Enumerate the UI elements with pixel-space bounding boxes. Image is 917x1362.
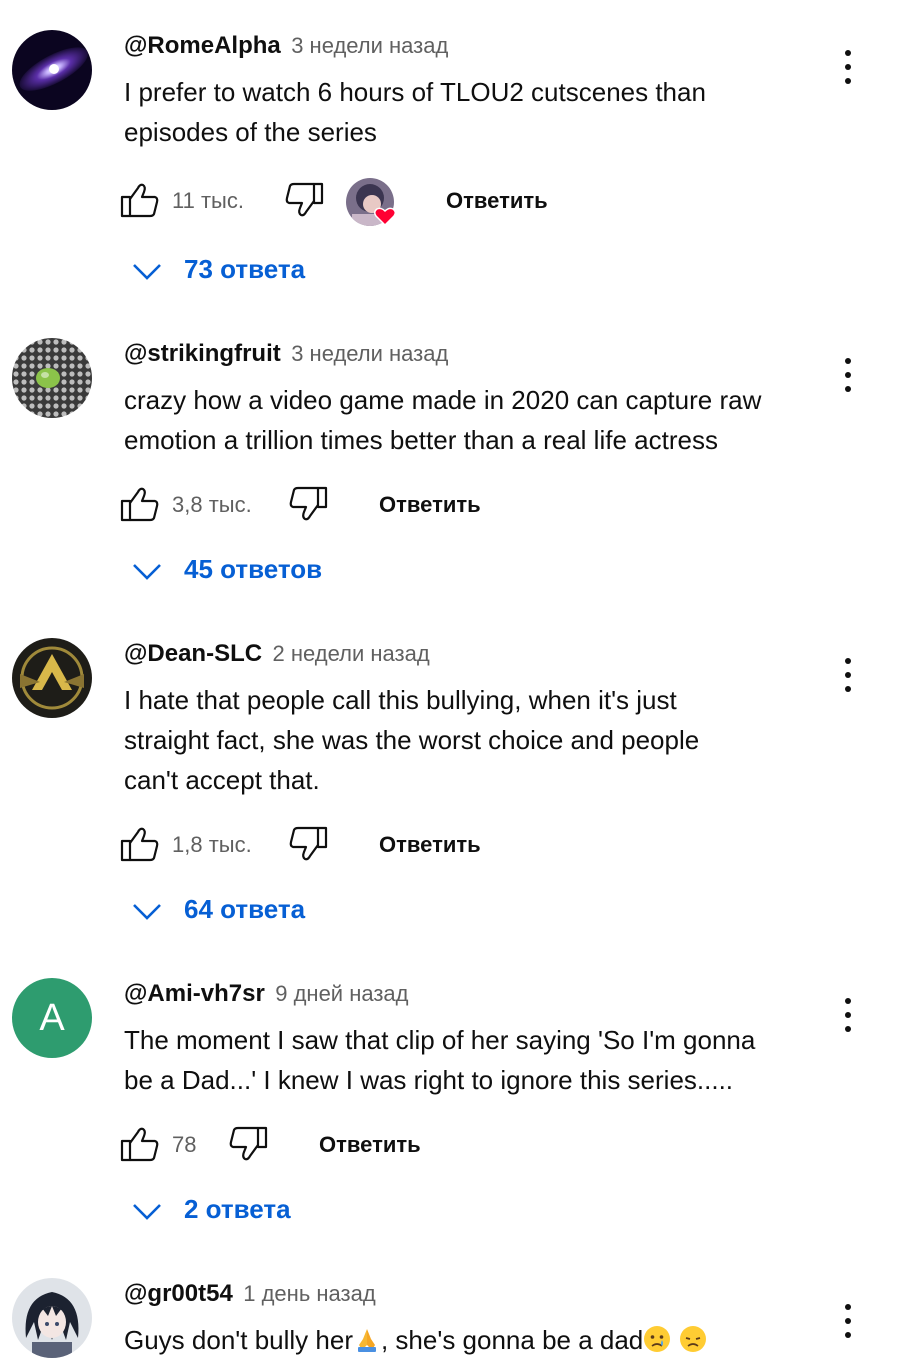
- comment-text-line: The moment I saw that clip of her saying…: [124, 1025, 756, 1055]
- thumbs-up-icon: [120, 183, 159, 218]
- thumbs-up-icon: [120, 827, 159, 862]
- replies-count: 73 ответа: [184, 254, 306, 284]
- like-button[interactable]: [120, 484, 160, 524]
- chevron-down-icon: [133, 904, 161, 920]
- replies-count: 64 ответа: [184, 894, 306, 924]
- reply-button[interactable]: Ответить: [319, 1132, 421, 1158]
- comment-text-line: straight fact, she was the worst choice …: [124, 725, 700, 755]
- like-button[interactable]: [120, 824, 160, 864]
- comment-author[interactable]: @Ami-vh7sr: [124, 980, 265, 1007]
- dislike-button[interactable]: [288, 484, 328, 524]
- replies-count: 45 ответов: [184, 554, 323, 584]
- comment-author[interactable]: @strikingfruit: [124, 340, 281, 367]
- avatar[interactable]: [12, 338, 92, 418]
- like-count: 11 тыс.: [172, 188, 244, 213]
- comment-timestamp[interactable]: 2 недели назад: [273, 641, 430, 666]
- chevron-down-icon: [133, 564, 161, 580]
- reply-button[interactable]: Ответить: [379, 832, 481, 858]
- comment-text: I hate that people call this bullying, w…: [124, 680, 824, 800]
- comment-author[interactable]: @RomeAlpha: [124, 32, 281, 59]
- comment-text: crazy how a video game made in 2020 can …: [124, 380, 824, 460]
- comment-menu-button[interactable]: [836, 998, 860, 1038]
- avatar-letter: A: [39, 997, 65, 1039]
- comment-text-line: be a Dad...' I knew I was right to ignor…: [124, 1065, 734, 1095]
- avatar[interactable]: [12, 30, 92, 110]
- comment-text: I prefer to watch 6 hours of TLOU2 cutsc…: [124, 72, 824, 152]
- comment-text-line: episodes of the series: [124, 117, 377, 147]
- creator-heart-badge: [346, 178, 397, 228]
- comment-menu-button[interactable]: [836, 658, 860, 698]
- comment-menu-button[interactable]: [836, 50, 860, 90]
- thumbs-down-icon: [285, 182, 324, 217]
- like-count: 3,8 тыс.: [172, 492, 252, 517]
- comment-text-part: , she's gonna be a dad: [380, 1325, 644, 1355]
- replies-count: 2 ответа: [184, 1194, 291, 1224]
- comment-timestamp[interactable]: 1 день назад: [243, 1281, 375, 1306]
- reply-button[interactable]: Ответить: [446, 188, 548, 214]
- disappointed-face-icon: [680, 1326, 707, 1352]
- comment-author[interactable]: @gr00t54: [124, 1280, 233, 1307]
- like-count: 78: [172, 1132, 197, 1157]
- like-button[interactable]: [120, 180, 160, 220]
- like-count: 1,8 тыс.: [172, 832, 252, 857]
- comment-text-line: emotion a trillion times better than a r…: [124, 425, 718, 455]
- comment-text-part: Guys don't bully her: [124, 1325, 353, 1355]
- comment-author[interactable]: @Dean-SLC: [124, 640, 262, 667]
- like-button[interactable]: [120, 1124, 160, 1164]
- avatar[interactable]: [12, 638, 92, 718]
- thumbs-down-icon: [289, 486, 328, 521]
- chevron-down-icon: [133, 1204, 161, 1220]
- comment-text-line: Guys don't bully her , she's gonna be a …: [124, 1320, 824, 1360]
- comment-timestamp[interactable]: 3 недели назад: [291, 341, 448, 366]
- thumbs-up-icon: [120, 487, 159, 522]
- comment-text-line: can't accept that.: [124, 765, 320, 795]
- comment-menu-button[interactable]: [836, 1304, 860, 1344]
- comment-text-line: I hate that people call this bullying, w…: [124, 685, 677, 715]
- thumbs-down-icon: [229, 1126, 268, 1161]
- comment-menu-button[interactable]: [836, 358, 860, 398]
- chevron-down-icon: [133, 264, 161, 280]
- thumbs-down-icon: [289, 826, 328, 861]
- thumbs-up-icon: [120, 1127, 159, 1162]
- comment-text: The moment I saw that clip of her saying…: [124, 1020, 824, 1100]
- dislike-button[interactable]: [288, 824, 328, 864]
- folded-hands-icon: [357, 1329, 376, 1352]
- crying-face-icon: [644, 1326, 671, 1352]
- comment-timestamp[interactable]: 3 недели назад: [291, 33, 448, 58]
- avatar[interactable]: A: [12, 978, 92, 1058]
- dislike-button[interactable]: [228, 1124, 268, 1164]
- comment-text-line: I prefer to watch 6 hours of TLOU2 cutsc…: [124, 77, 706, 107]
- avatar[interactable]: [12, 1278, 92, 1358]
- comment-text-line: crazy how a video game made in 2020 can …: [124, 385, 762, 415]
- comment-timestamp[interactable]: 9 дней назад: [275, 981, 408, 1006]
- reply-button[interactable]: Ответить: [379, 492, 481, 518]
- dislike-button[interactable]: [284, 180, 324, 220]
- comment-text: Guys don't bully her , she's gonna be a …: [124, 1320, 824, 1360]
